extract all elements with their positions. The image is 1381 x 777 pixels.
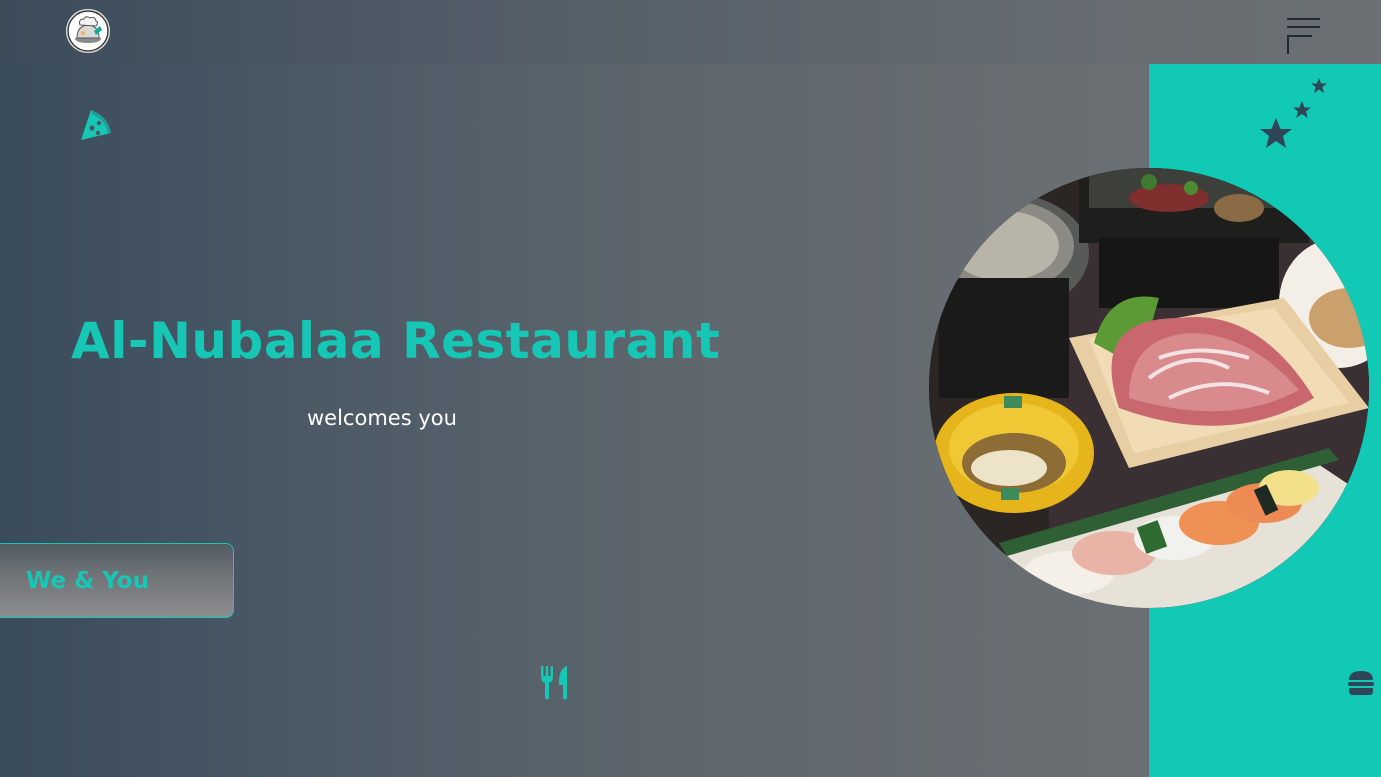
we-and-you-button[interactable]: We & You bbox=[0, 543, 234, 618]
hamburger-menu-icon[interactable] bbox=[1284, 16, 1324, 56]
welcome-subtitle: welcomes you bbox=[307, 406, 457, 430]
japanese-food-platter-image bbox=[929, 168, 1369, 608]
pizza-slice-icon bbox=[78, 106, 114, 142]
top-navbar bbox=[0, 0, 1381, 64]
page-title: Al-Nubalaa Restaurant bbox=[71, 312, 721, 370]
fork-knife-icon bbox=[539, 665, 571, 701]
we-and-you-button-label: We & You bbox=[26, 568, 149, 594]
chef-hat-logo-icon[interactable] bbox=[66, 9, 110, 53]
burger-icon bbox=[1347, 670, 1375, 696]
stars-icon bbox=[1255, 76, 1331, 158]
